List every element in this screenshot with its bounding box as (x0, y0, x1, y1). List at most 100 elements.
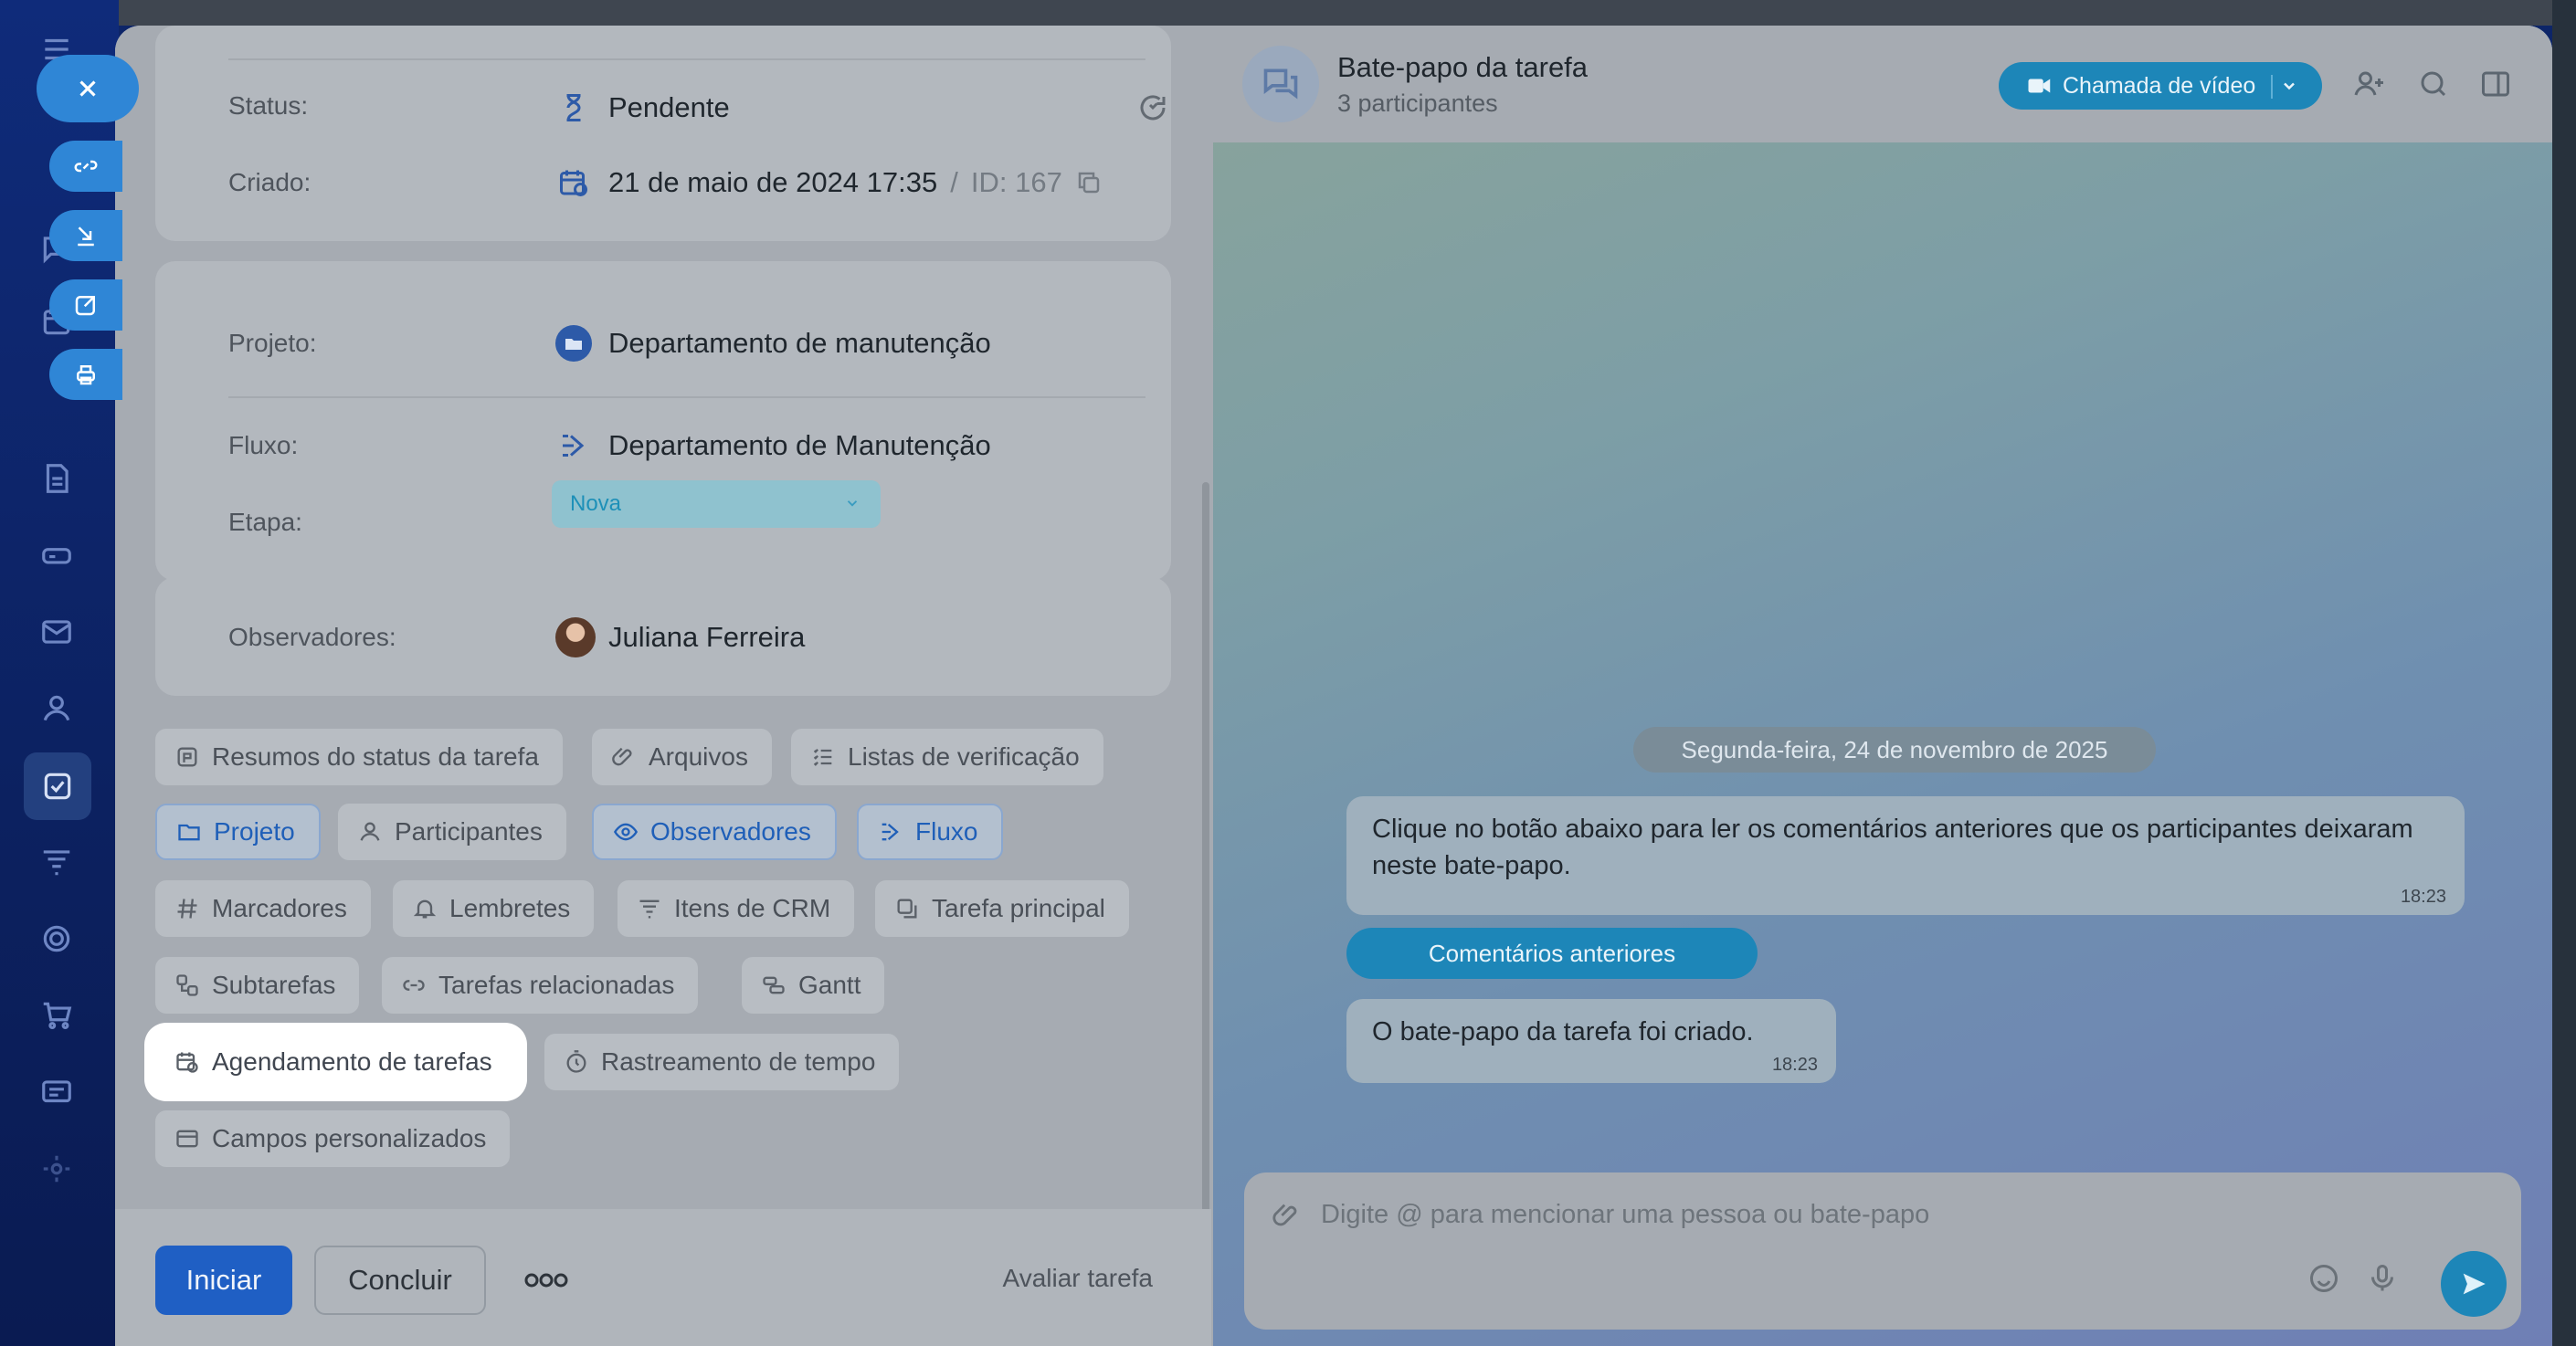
add-user-icon[interactable] (2353, 68, 2390, 104)
document-icon[interactable] (35, 457, 79, 500)
task-id: ID: 167 (970, 166, 1062, 198)
project-value[interactable]: Departamento de manutenção (555, 325, 991, 362)
chat-title: Bate-papo da tarefa (1337, 51, 1589, 83)
rate-task-link[interactable]: Avaliar tarefa (1003, 1264, 1153, 1293)
observer-name: Juliana Ferreira (608, 621, 806, 653)
video-call-button[interactable]: Chamada de vídeo (1999, 62, 2322, 110)
flow-label: Fluxo: (228, 431, 299, 459)
paperclip-icon[interactable] (1272, 1200, 1304, 1233)
target-icon[interactable] (35, 917, 79, 961)
download-icon (78, 226, 94, 247)
chip-status-summaries[interactable]: Resumos do status da tarefa (155, 729, 563, 785)
message-composer: Digite @ para mencionar uma pessoa ou ba… (1244, 1172, 2521, 1330)
chip-label: Listas de verificação (848, 742, 1080, 771)
chip-label: Lembretes (449, 894, 571, 922)
chip-main-task[interactable]: Tarefa principal (875, 880, 1129, 937)
close-icon (79, 80, 96, 97)
chip-participants[interactable]: Participantes (338, 804, 566, 860)
send-icon (2463, 1273, 2486, 1295)
summary-icon (174, 743, 201, 771)
chat-participants-count[interactable]: 3 participantes (1337, 89, 1498, 118)
refresh-status-icon[interactable] (1136, 91, 1173, 128)
created-date: 21 de maio de 2024 17:35 (608, 166, 938, 198)
message-time: 18:23 (2400, 887, 2446, 907)
chat-bubbles-icon (1263, 68, 1298, 100)
chip-subtasks[interactable]: Subtarefas (155, 957, 360, 1014)
date-separator: Segunda-feira, 24 de novembro de 2025 (1633, 727, 2156, 773)
contacts-icon[interactable] (35, 687, 79, 731)
chevron-down-icon (847, 500, 858, 507)
message-input[interactable]: Digite @ para mencionar uma pessoa ou ba… (1321, 1200, 1929, 1230)
chip-flow[interactable]: Fluxo (857, 804, 1004, 860)
emoji-icon[interactable] (2307, 1262, 2344, 1299)
stage-select[interactable]: Nova (552, 480, 881, 528)
stopwatch-icon (563, 1048, 590, 1076)
cart-icon[interactable] (35, 994, 79, 1037)
flow-icon (555, 427, 592, 464)
message-text: Clique no botão abaixo para ler os comen… (1372, 815, 2413, 880)
created-label: Criado: (228, 168, 311, 196)
crm-funnel-icon[interactable] (35, 840, 79, 884)
sites-icon[interactable] (35, 1070, 79, 1114)
complete-button[interactable]: Concluir (314, 1246, 486, 1315)
chip-crm-items[interactable]: Itens de CRM (618, 880, 855, 937)
chip-label: Subtarefas (212, 971, 336, 999)
background-window-strip (119, 0, 2576, 26)
divider (228, 58, 1145, 60)
mail-icon[interactable] (35, 610, 79, 654)
chip-label: Rastreamento de tempo (601, 1047, 876, 1076)
tasks-icon[interactable] (24, 752, 91, 820)
project-card: Projeto: Departamento de manutenção Flux… (155, 261, 1171, 581)
chip-label: Agendamento de tarefas (212, 1047, 492, 1076)
copy-icon[interactable] (1075, 169, 1103, 196)
drive-icon[interactable] (35, 533, 79, 577)
hashtag-icon (174, 895, 201, 922)
search-icon[interactable] (2417, 68, 2454, 104)
chevron-down-icon[interactable] (2280, 77, 2298, 95)
chip-observers[interactable]: Observadores (592, 804, 837, 860)
created-value: 21 de maio de 2024 17:35 / ID: 167 (560, 166, 1103, 199)
download-button[interactable] (49, 210, 122, 261)
chip-tags[interactable]: Marcadores (155, 880, 371, 937)
divider (2271, 75, 2273, 99)
system-message: O bate-papo da tarefa foi criado. 18:23 (1346, 999, 1836, 1083)
chip-label: Tarefa principal (932, 894, 1105, 922)
paperclip-icon (610, 743, 638, 771)
copy-link-button[interactable] (49, 141, 122, 192)
chip-related-tasks[interactable]: Tarefas relacionadas (382, 957, 699, 1014)
settings-icon[interactable] (35, 1147, 79, 1191)
sidebar-toggle-icon[interactable] (2479, 68, 2516, 104)
chip-project[interactable]: Projeto (155, 804, 321, 860)
print-button[interactable] (49, 349, 122, 400)
more-icon[interactable] (524, 1267, 568, 1293)
link-icon (400, 972, 428, 999)
task-details-pane: Status: Pendente Criado: 21 de maio de 2… (115, 26, 1211, 1346)
chip-label: Projeto (214, 817, 295, 846)
open-new-window-button[interactable] (49, 279, 122, 331)
chip-label: Resumos do status da tarefa (212, 742, 539, 771)
status-value: Pendente (566, 91, 730, 124)
send-button[interactable] (2441, 1251, 2507, 1317)
chat-avatar (1242, 46, 1319, 122)
eye-icon (612, 818, 639, 846)
chip-label: Campos personalizados (212, 1124, 487, 1152)
chip-checklists[interactable]: Listas de verificação (791, 729, 1103, 785)
observer-value[interactable]: Juliana Ferreira (555, 617, 806, 657)
start-button[interactable]: Iniciar (155, 1246, 292, 1315)
subtasks-icon (174, 972, 201, 999)
chip-gantt[interactable]: Gantt (742, 957, 885, 1014)
gantt-icon (760, 972, 787, 999)
flow-value[interactable]: Departamento de Manutenção (563, 429, 991, 462)
microphone-icon[interactable] (2366, 1262, 2402, 1299)
previous-comments-button[interactable]: Comentários anteriores (1346, 928, 1758, 979)
chip-reminders[interactable]: Lembretes (393, 880, 595, 937)
scrollbar[interactable] (1202, 482, 1209, 1213)
chip-task-scheduling[interactable]: Agendamento de tarefas (155, 1034, 516, 1090)
chip-time-tracking[interactable]: Rastreamento de tempo (544, 1034, 900, 1090)
chip-custom-fields[interactable]: Campos personalizados (155, 1110, 511, 1167)
chip-label: Fluxo (915, 817, 978, 846)
calendar-clock-icon (555, 164, 592, 201)
chip-files[interactable]: Arquivos (592, 729, 772, 785)
close-slider-button[interactable] (37, 55, 139, 122)
stage-label: Etapa: (228, 508, 302, 536)
